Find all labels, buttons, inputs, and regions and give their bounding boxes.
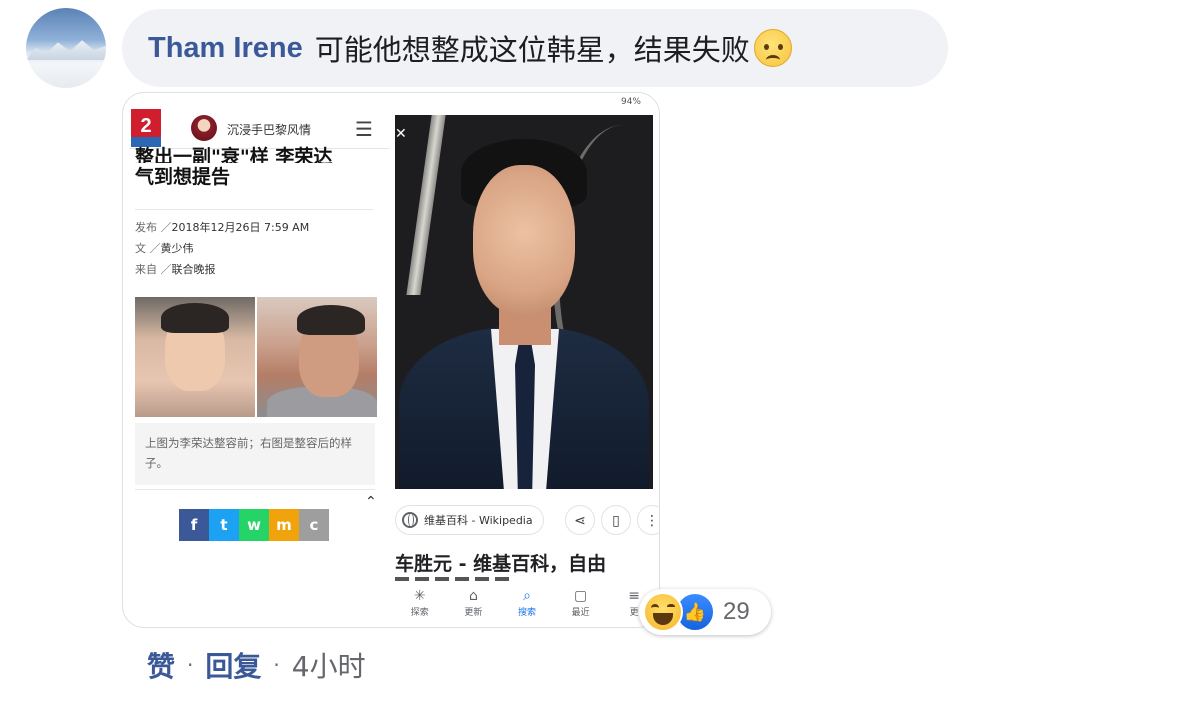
site-name: 沉浸手巴黎风情 xyxy=(227,123,312,137)
nav-explore: ✳ 探索 xyxy=(398,587,442,627)
haha-icon xyxy=(643,592,683,632)
reaction-count: 29 xyxy=(723,598,750,625)
meta-source-label: 来自 xyxy=(135,263,157,276)
facebook-share-icon: f xyxy=(179,509,209,541)
comment-author[interactable]: Tham Irene xyxy=(148,32,303,65)
before-photo xyxy=(135,297,255,417)
nav-updates-label: 更新 xyxy=(464,608,483,618)
commenter-avatar[interactable] xyxy=(26,8,106,88)
meta-published: 发布 ／2018年12月26日 7:59 AM xyxy=(135,221,310,234)
meta-source-value: 联合晚报 xyxy=(171,263,216,276)
actor-photo: ✕ xyxy=(395,115,653,489)
source-label: 维基百科 - Wikipedia xyxy=(424,514,533,527)
more-icon: ⋮ xyxy=(637,505,659,535)
sad-face-emoji-icon xyxy=(753,29,792,67)
search-icon: ⌕ xyxy=(523,588,531,604)
meta-author-label: 文 xyxy=(135,242,146,255)
after-photo xyxy=(257,297,377,417)
meta-author: 文 ／黄少伟 xyxy=(135,242,194,255)
result-title: 车胜元 - 维基百科，自由 xyxy=(395,553,607,575)
divider xyxy=(135,489,375,490)
search-result-screenshot: 94% ✕ 维基百科 - Wikipedia ⋖ ▯ ⋮ 车胜元 - 维基百科，… xyxy=(393,97,659,627)
phone-status-bar: 94% xyxy=(620,97,641,107)
avatar-mountain-landscape xyxy=(26,40,106,60)
share-bar: f t w m c xyxy=(179,509,329,541)
share-icon: ⋖ xyxy=(565,505,595,535)
chevron-up-icon: ⌃ xyxy=(365,493,377,509)
comment-actions: 赞 · 回复 · 4小时 xyxy=(147,645,366,685)
site-avatar xyxy=(191,115,217,141)
meta-author-value: 黄少伟 xyxy=(160,242,194,255)
divider xyxy=(135,209,373,210)
news-logo-icon: 2 xyxy=(131,109,161,147)
nav-recent-label: 最近 xyxy=(571,608,590,618)
comment-text: 可能他想整成这位韩星，结果失败 xyxy=(314,33,750,67)
bottom-nav: ✳ 探索 ⌂ 更新 ⌕ 搜索 ▢ 最近 ≡ 更 xyxy=(393,587,659,627)
hamburger-menu-icon: ☰ xyxy=(355,119,373,141)
updates-icon: ⌂ xyxy=(468,588,478,604)
explore-icon: ✳ xyxy=(413,588,426,604)
nav-search: ⌕ 搜索 xyxy=(505,587,549,627)
article-headline: 整出一副"衰"样 李荣达 气到想提告 xyxy=(135,146,383,192)
whatsapp-share-icon: w xyxy=(239,509,269,541)
meta-published-value: 2018年12月26日 7:59 AM xyxy=(171,221,310,234)
before-after-photos xyxy=(135,297,377,417)
photo-caption: 上图为李荣达整容前；右图是整容后的样子。 xyxy=(135,423,375,485)
headline-line-1: 整出一副"衰"样 李荣达 xyxy=(135,146,333,163)
comment-share-icon: c xyxy=(299,509,329,541)
close-icon: ✕ xyxy=(395,125,407,141)
like-button[interactable]: 赞 xyxy=(147,645,175,685)
nav-search-label: 搜索 xyxy=(517,608,536,618)
result-snippet-truncated xyxy=(395,577,515,581)
reply-button[interactable]: 回复 xyxy=(205,645,261,685)
news-article-screenshot: 2 沉浸手巴黎风情 ☰ 整出一副"衰"样 李荣达 气到想提告 发布 ／2018年… xyxy=(129,97,389,617)
nav-recent: ▢ 最近 xyxy=(559,587,603,627)
globe-icon xyxy=(402,512,418,528)
recent-icon: ▢ xyxy=(573,588,588,604)
nav-explore-label: 探索 xyxy=(410,608,429,618)
reaction-summary[interactable]: 👍 29 xyxy=(639,589,771,635)
bookmark-icon: ▯ xyxy=(601,505,631,535)
nav-updates: ⌂ 更新 xyxy=(451,587,495,627)
twitter-share-icon: t xyxy=(209,509,239,541)
menu-icon: ≡ xyxy=(628,588,641,604)
nav-more-label: 更 xyxy=(629,608,639,618)
comment-image-attachment[interactable]: 2 沉浸手巴黎风情 ☰ 整出一副"衰"样 李荣达 气到想提告 发布 ／2018年… xyxy=(122,92,660,628)
comment-bubble: Tham Irene 可能他想整成这位韩星，结果失败 xyxy=(122,9,948,87)
email-share-icon: m xyxy=(269,509,299,541)
meta-published-label: 发布 xyxy=(135,221,157,234)
timestamp[interactable]: 4小时 xyxy=(292,645,366,685)
meta-source: 来自 ／联合晚报 xyxy=(135,263,216,276)
separator-dot: · xyxy=(273,653,280,677)
source-chip: 维基百科 - Wikipedia xyxy=(395,505,544,535)
headline-line-2: 气到想提告 xyxy=(135,166,231,188)
separator-dot: · xyxy=(187,653,194,677)
